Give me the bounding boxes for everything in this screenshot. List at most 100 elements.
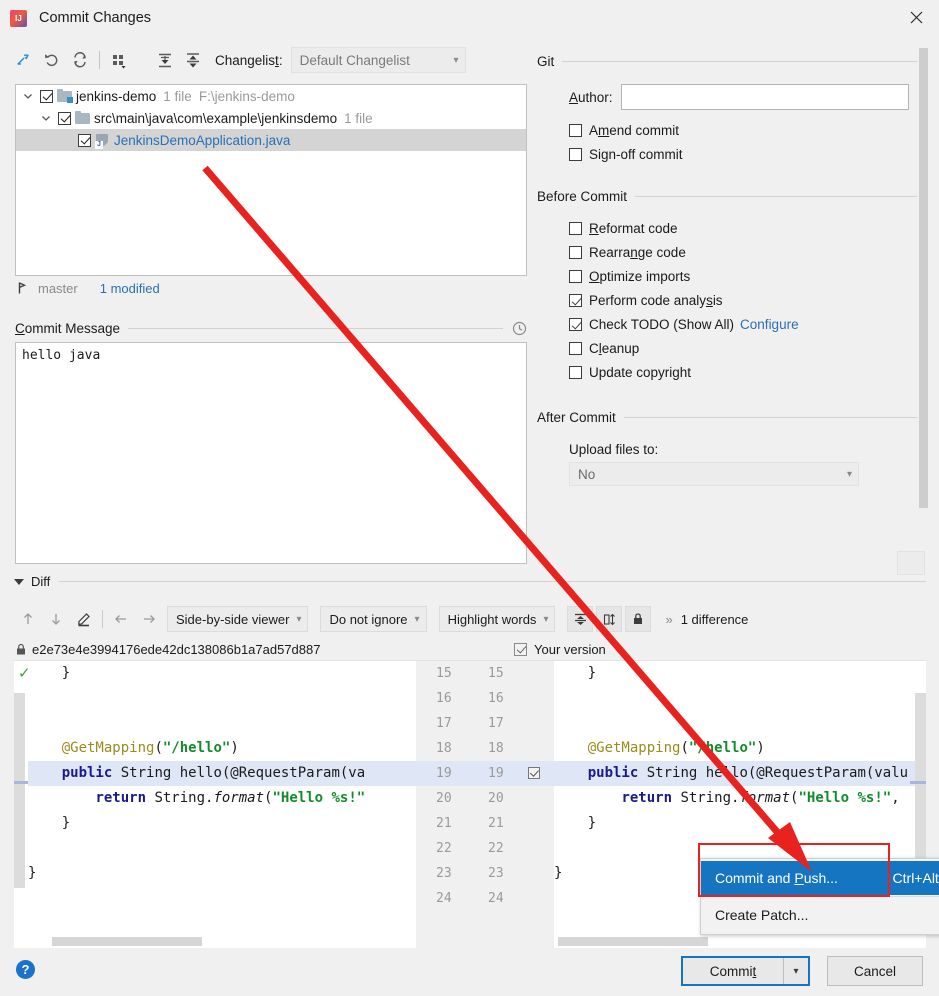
create-patch-menu-item[interactable]: Create Patch... bbox=[701, 898, 939, 932]
pencil-icon[interactable] bbox=[70, 606, 98, 632]
checkbox-box bbox=[569, 148, 582, 161]
commit-and-push-label: Commit and Push... bbox=[715, 870, 879, 886]
cleanup-checkbox[interactable]: Cleanup bbox=[569, 341, 929, 356]
collapse-all-icon[interactable] bbox=[179, 46, 207, 74]
rearrange-code-label: Rearrange code bbox=[589, 245, 686, 260]
update-copyright-checkbox[interactable]: Update copyright bbox=[569, 365, 929, 380]
chevron-down-icon: ▾ bbox=[847, 469, 852, 480]
history-clock-icon[interactable] bbox=[511, 320, 527, 336]
checkbox-box bbox=[569, 124, 582, 137]
diff-gutter: 1515 1616 1717 1818 1919 2020 2121 2222 … bbox=[416, 661, 554, 949]
commit-button[interactable]: Commit bbox=[683, 958, 784, 984]
diff-section-header[interactable]: Diff bbox=[14, 574, 926, 589]
highlight-mode-combobox[interactable]: Highlight words ▾ bbox=[439, 606, 556, 632]
upload-browse-button[interactable] bbox=[897, 551, 925, 575]
left-diff-pane[interactable]: } @GetMapping("/hello") public String he… bbox=[28, 661, 416, 949]
viewer-mode-value: Side-by-side viewer bbox=[176, 612, 289, 627]
close-icon[interactable] bbox=[893, 0, 939, 34]
gutter-row: 2020 bbox=[416, 786, 554, 811]
upload-files-combobox[interactable]: No ▾ bbox=[569, 462, 859, 486]
help-button[interactable]: ? bbox=[16, 960, 35, 979]
your-version-title[interactable]: Your version bbox=[514, 642, 606, 657]
reformat-code-checkbox[interactable]: Reformat code bbox=[569, 221, 929, 236]
folder-icon bbox=[75, 111, 91, 125]
refresh-icon[interactable] bbox=[66, 46, 94, 74]
changed-files-tree[interactable]: jenkins-demo 1 file F:\jenkins-demo src\… bbox=[15, 84, 527, 276]
chevron-down-icon: ▾ bbox=[415, 614, 420, 625]
tree-row-file[interactable]: JenkinsDemoApplication.java bbox=[16, 129, 526, 151]
commit-message-header: Commit Message bbox=[15, 320, 527, 336]
code-line: } bbox=[28, 811, 416, 836]
diff-section-label: Diff bbox=[31, 574, 50, 589]
divider bbox=[562, 61, 929, 62]
sync-scroll-icon[interactable] bbox=[596, 606, 622, 632]
arrow-right-icon[interactable] bbox=[135, 606, 163, 632]
gutter-row: 2121 bbox=[416, 811, 554, 836]
chevron-down-icon: ▾ bbox=[543, 614, 548, 625]
chevron-down-icon[interactable] bbox=[38, 110, 54, 126]
configure-todo-link[interactable]: Configure bbox=[740, 317, 799, 332]
tree-checkbox-module[interactable] bbox=[40, 90, 53, 103]
rearrange-code-checkbox[interactable]: Rearrange code bbox=[569, 245, 929, 260]
modified-count[interactable]: 1 modified bbox=[100, 281, 160, 296]
right-horizontal-scrollbar[interactable] bbox=[558, 937, 708, 946]
update-copyright-label: Update copyright bbox=[589, 365, 691, 380]
lock-icon[interactable] bbox=[625, 606, 651, 632]
left-horizontal-scrollbar[interactable] bbox=[52, 937, 202, 946]
sign-off-commit-checkbox[interactable]: Sign-off commit bbox=[569, 147, 929, 162]
highlight-mode-value: Highlight words bbox=[448, 612, 537, 627]
chevron-double-right-icon[interactable]: » bbox=[665, 612, 672, 627]
accept-change-checkbox[interactable] bbox=[528, 767, 540, 779]
divider bbox=[635, 196, 929, 197]
left-revision-hash: e2e73e4e3994176ede42dc138086b1a7ad57d887 bbox=[32, 642, 320, 657]
left-diff-scrollbar[interactable] bbox=[14, 693, 25, 888]
optimize-imports-checkbox[interactable]: Optimize imports bbox=[569, 269, 929, 284]
toolbar-separator bbox=[102, 610, 103, 628]
changelist-value: Default Changelist bbox=[300, 53, 454, 68]
your-version-checkbox[interactable] bbox=[514, 643, 527, 656]
chevron-down-icon[interactable] bbox=[20, 88, 36, 104]
chevron-down-icon[interactable]: ▾ bbox=[784, 958, 808, 984]
gutter-row: 1616 bbox=[416, 686, 554, 711]
tree-checkbox-folder[interactable] bbox=[58, 112, 71, 125]
viewer-mode-combobox[interactable]: Side-by-side viewer ▾ bbox=[167, 606, 308, 632]
checkbox-box bbox=[569, 318, 582, 331]
group-by-icon[interactable] bbox=[105, 46, 133, 74]
collapse-unchanged-icon[interactable] bbox=[567, 606, 593, 632]
branch-status-bar: master 1 modified bbox=[15, 280, 160, 296]
author-input[interactable] bbox=[621, 84, 909, 110]
arrow-left-icon[interactable] bbox=[107, 606, 135, 632]
right-change-marker bbox=[910, 781, 926, 784]
tree-checkbox-file[interactable] bbox=[78, 134, 91, 147]
java-file-icon bbox=[95, 133, 110, 148]
code-line: } bbox=[28, 661, 416, 686]
arrow-down-icon[interactable] bbox=[42, 606, 70, 632]
checkbox-box bbox=[569, 246, 582, 259]
code-line bbox=[28, 686, 416, 711]
check-todo-checkbox[interactable]: Check TODO (Show All) Configure bbox=[569, 317, 929, 332]
tree-row-folder[interactable]: src\main\java\com\example\jenkinsdemo 1 … bbox=[16, 107, 526, 129]
scrollbar-thumb[interactable] bbox=[919, 48, 928, 508]
tree-row-module[interactable]: jenkins-demo 1 file F:\jenkins-demo bbox=[16, 85, 526, 107]
commit-and-push-menu-item[interactable]: Commit and Push... Ctrl+Alt+ bbox=[701, 861, 939, 895]
dialog-footer: ? Commit ▾ Cancel bbox=[0, 948, 939, 996]
changelist-combobox[interactable]: Default Changelist ▾ bbox=[291, 47, 466, 73]
tree-meta-folder: 1 file bbox=[344, 111, 373, 126]
checkbox-box bbox=[569, 366, 582, 379]
after-commit-group-header: After Commit bbox=[537, 410, 929, 425]
gutter-row: 1515 bbox=[416, 661, 554, 686]
cancel-button[interactable]: Cancel bbox=[827, 956, 923, 986]
perform-code-analysis-checkbox[interactable]: Perform code analysis bbox=[569, 293, 929, 308]
commit-message-input[interactable]: hello java bbox=[15, 342, 527, 564]
arrow-up-icon[interactable] bbox=[14, 606, 42, 632]
ignore-mode-combobox[interactable]: Do not ignore ▾ bbox=[320, 606, 426, 632]
commit-split-button[interactable]: Commit ▾ bbox=[681, 956, 810, 986]
checkbox-box bbox=[569, 342, 582, 355]
amend-commit-checkbox[interactable]: Amend commit bbox=[569, 123, 929, 138]
upload-files-value: No bbox=[578, 467, 847, 482]
options-scrollbar[interactable] bbox=[917, 48, 929, 558]
expand-all-icon[interactable] bbox=[151, 46, 179, 74]
optimize-imports-label: Optimize imports bbox=[589, 269, 690, 284]
move-to-another-changelist-icon[interactable] bbox=[10, 46, 38, 74]
revert-icon[interactable] bbox=[38, 46, 66, 74]
